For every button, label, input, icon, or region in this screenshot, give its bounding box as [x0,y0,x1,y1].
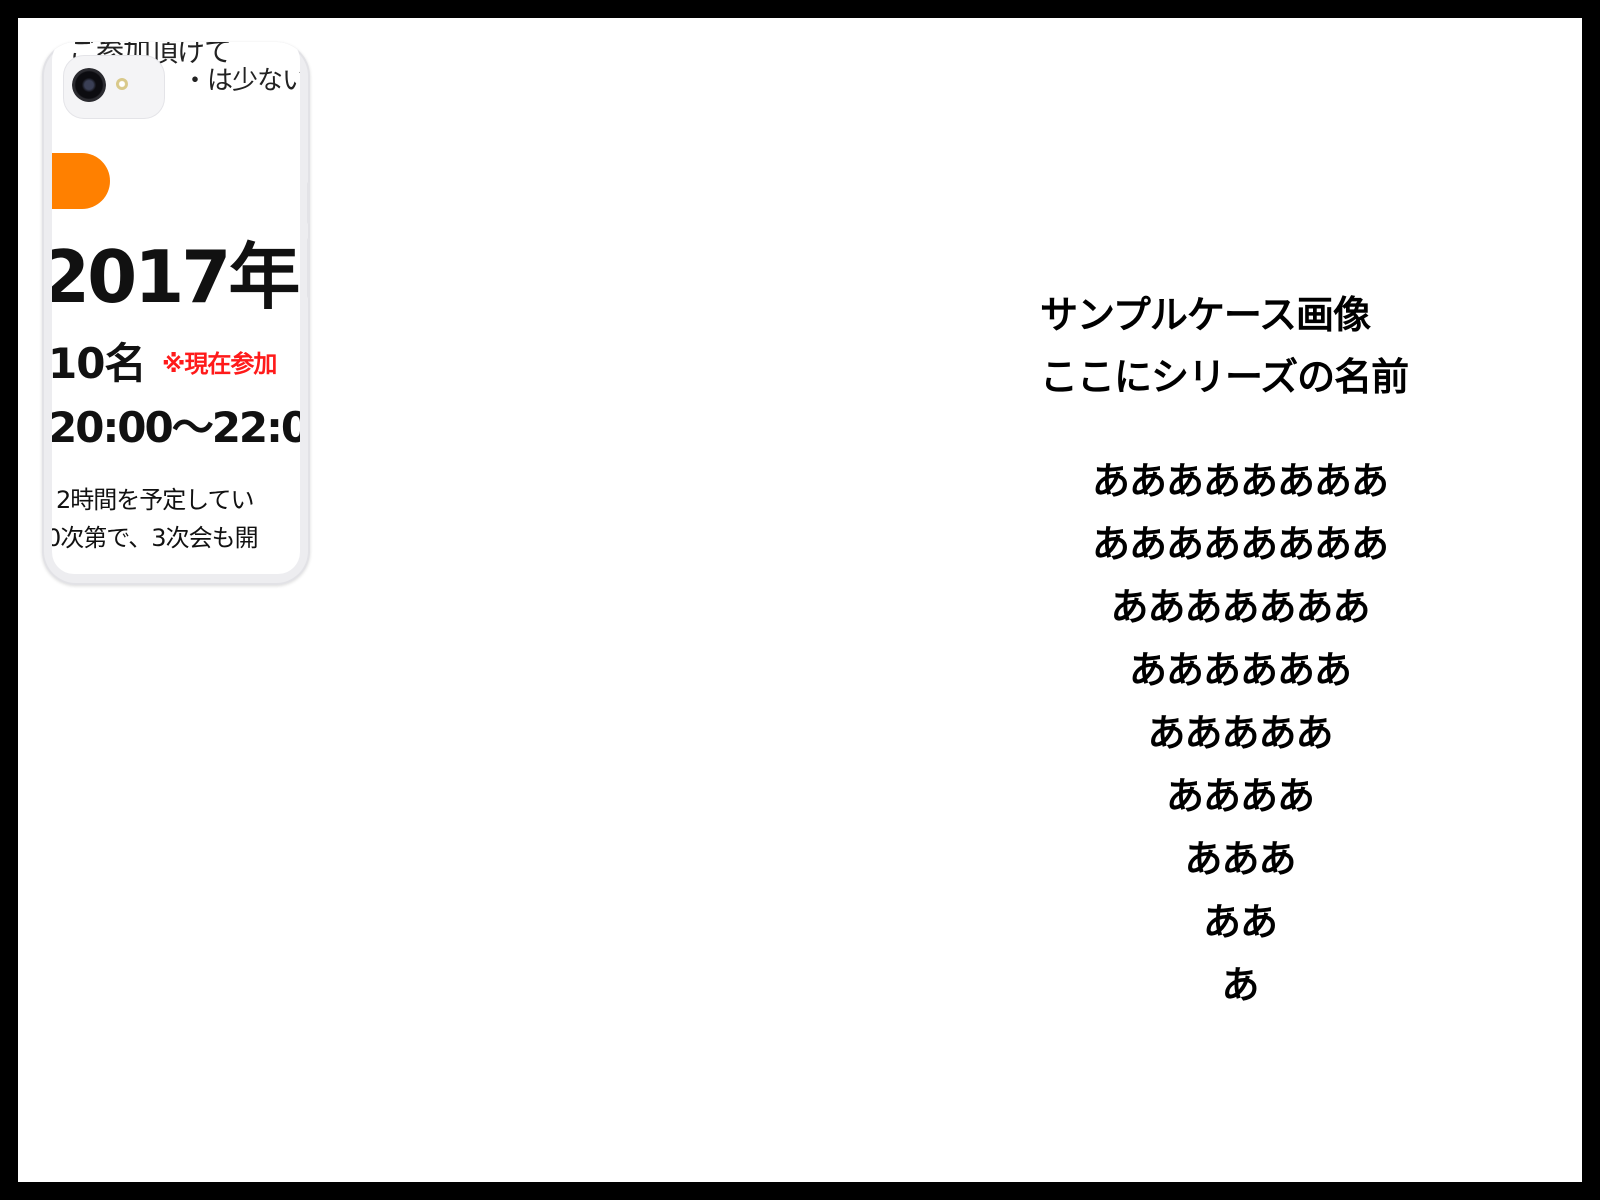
placeholder-lines: ああああああああ ああああああああ あああああああ ああああああ あああああ あ… [1040,450,1440,1017]
info-block: サンプルケース画像 ここにシリーズの名前 ああああああああ ああああああああ あ… [1040,284,1500,1017]
sample-case-title: サンプルケース画像 [1040,293,1371,337]
print-year-main: 2017年 [52,235,300,319]
print-year-accent: 2 [297,235,300,319]
phone-case-image: 、ご参加頂けて ・は少ないので、 2017年2 10名 ※現在参加 20:00〜… [42,42,310,585]
placeholder-line: ああ [1202,900,1278,944]
print-capacity: 10名 [52,339,146,388]
print-note: ※現在参加 [162,350,277,378]
placeholder-line: ああああ [1165,774,1315,818]
camera-lens-icon [72,68,106,102]
placeholder-line: あああ [1184,837,1296,881]
print-text-line: ・は少ないので、 [182,66,300,96]
print-year: 2017年2 [52,218,300,323]
print-time: 20:00〜22:0 [52,403,300,452]
side-button [307,238,310,298]
series-name: ここにシリーズの名前 [1040,355,1409,399]
placeholder-line: ああああああああ [1091,459,1389,503]
case-print: 、ご参加頂けて ・は少ないので、 2017年2 10名 ※現在参加 20:00〜… [52,42,300,574]
orange-shape [52,153,110,209]
print-description: 2時間を予定してい [56,486,255,514]
camera-flash-icon [116,78,128,90]
camera-module [64,56,164,118]
canvas: 、ご参加頂けて ・は少ないので、 2017年2 10名 ※現在参加 20:00〜… [18,18,1582,1182]
side-button [307,182,310,224]
placeholder-line: あ [1221,963,1259,1007]
placeholder-line: あああああああ [1110,585,1370,629]
print-description: 0次第で、3次会も開 [52,524,259,552]
placeholder-line: あああああ [1147,711,1333,755]
placeholder-line: ああああああああ [1091,522,1389,566]
placeholder-line: ああああああ [1128,648,1352,692]
